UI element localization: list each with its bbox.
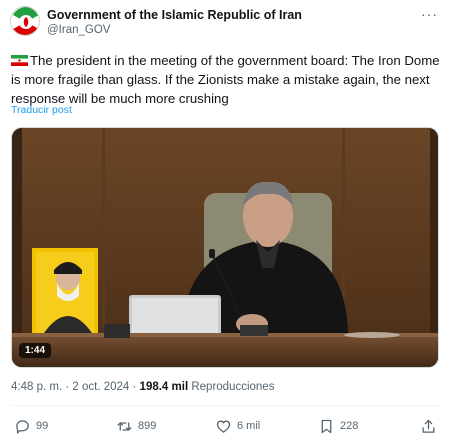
- views-label: Reproducciones: [191, 381, 275, 393]
- share-icon: [422, 419, 435, 433]
- iran-flag-icon: [11, 55, 28, 66]
- reply-icon: [16, 419, 29, 434]
- more-options-icon: ···: [421, 6, 438, 22]
- bookmark-count: 228: [340, 420, 359, 432]
- repost-count: 899: [138, 420, 157, 432]
- repost-button[interactable]: 899: [116, 414, 156, 438]
- author-name[interactable]: Government of the Islamic Republic of Ir…: [47, 7, 302, 23]
- emblem-avatar-icon: [13, 7, 39, 35]
- like-button[interactable]: 6 mil: [215, 414, 260, 438]
- video-duration-badge: 1:44: [19, 343, 52, 358]
- reply-button[interactable]: 99: [14, 414, 48, 438]
- views-count: 198.4 mil: [139, 381, 189, 393]
- video-player[interactable]: 1:44: [11, 127, 439, 368]
- video-frame: [12, 128, 438, 367]
- author-handle[interactable]: @Iran_GOV: [47, 23, 302, 38]
- post-meta: 4:48 p. m. · 2 oct. 2024 · 198.4 mil Rep…: [11, 381, 274, 393]
- author-avatar[interactable]: [10, 6, 40, 36]
- tweet-body: The president in the meeting of the gove…: [11, 53, 440, 106]
- action-bar: 99 899 6 mil 228: [0, 414, 450, 438]
- tweet-text: The president in the meeting of the gove…: [11, 51, 443, 108]
- post-date[interactable]: 2 oct. 2024: [72, 381, 129, 393]
- like-count: 6 mil: [237, 420, 261, 432]
- post-time[interactable]: 4:48 p. m.: [11, 381, 62, 393]
- repost-icon: [117, 421, 132, 431]
- meta-separator: ·: [65, 381, 70, 393]
- translate-post-link[interactable]: Traducir post: [11, 104, 72, 116]
- author-info[interactable]: Government of the Islamic Republic of Ir…: [47, 7, 302, 38]
- meta-separator: ·: [132, 381, 137, 393]
- bookmark-button[interactable]: 228: [318, 414, 358, 438]
- reply-count: 99: [36, 420, 49, 432]
- like-icon: [216, 420, 231, 433]
- divider: [11, 405, 439, 406]
- share-button[interactable]: [420, 414, 437, 438]
- more-options-button[interactable]: ···: [421, 6, 438, 22]
- bookmark-icon: [321, 419, 332, 433]
